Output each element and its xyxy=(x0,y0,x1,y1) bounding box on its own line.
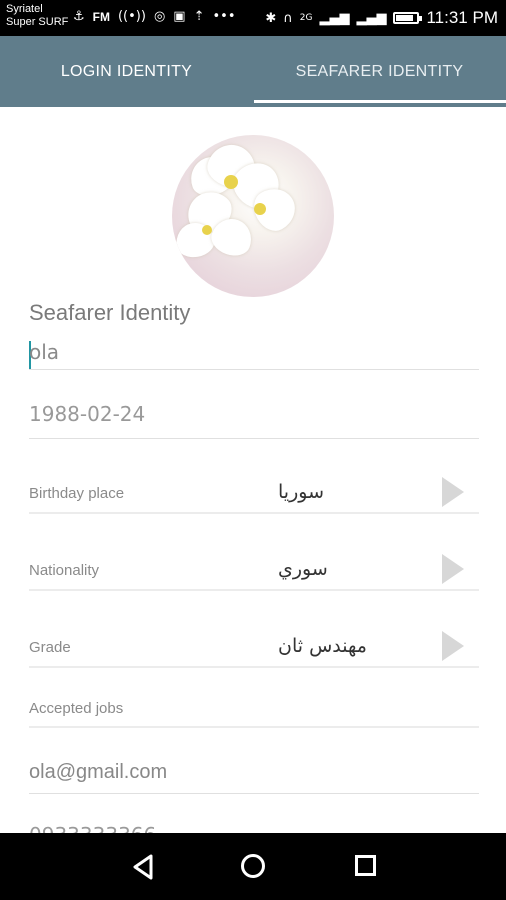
upload-icon: ⇡ xyxy=(193,9,205,24)
nationality-value: سوري xyxy=(278,558,328,580)
email-field[interactable]: ola@gmail.com xyxy=(29,756,479,794)
tab-login-identity[interactable]: LOGIN IDENTITY xyxy=(0,36,253,107)
carrier-line-2: Super SURF xyxy=(6,16,69,28)
name-value: ola xyxy=(29,340,60,364)
eye-icon: ◎ xyxy=(153,9,166,24)
anchor-icon: ⚓ xyxy=(73,9,85,24)
grade-row[interactable]: Grade مهندس ثان xyxy=(29,629,479,668)
grade-label: Grade xyxy=(29,639,71,656)
tab-selected-indicator xyxy=(254,100,506,103)
flower-center xyxy=(254,203,266,215)
birth-date-value: 1988-02-24 xyxy=(29,402,146,426)
clock: 11:31 PM xyxy=(426,8,498,27)
nationality-row[interactable]: Nationality سوري xyxy=(29,552,479,591)
birthday-place-value: سوريا xyxy=(278,481,324,503)
signal-icon: ▂▄▆ xyxy=(319,10,350,26)
more-icon: ••• xyxy=(212,9,236,24)
accepted-jobs-row[interactable]: Accepted jobs xyxy=(29,688,479,728)
form-title: Seafarer Identity xyxy=(29,300,191,325)
headphones-icon: ∩ xyxy=(283,10,293,26)
network-type-label: 2G xyxy=(299,13,313,23)
flower-center xyxy=(224,175,238,189)
birthday-place-row[interactable]: Birthday place سوريا xyxy=(29,475,479,514)
dropdown-arrow-icon[interactable] xyxy=(442,477,464,507)
recent-apps-icon[interactable] xyxy=(355,855,376,876)
signal-2-icon: ▂▄▆ xyxy=(356,10,387,26)
battery-icon xyxy=(393,12,423,24)
grade-value: مهندس ثان xyxy=(278,635,367,657)
birthday-place-label: Birthday place xyxy=(29,485,125,502)
tab-bar: LOGIN IDENTITY SEAFARER IDENTITY xyxy=(0,36,506,107)
accepted-jobs-label: Accepted jobs xyxy=(29,700,124,717)
carrier-line-1: Syriatel xyxy=(6,3,43,15)
navigation-bar xyxy=(0,833,506,900)
image-icon: ▣ xyxy=(173,9,186,24)
dropdown-arrow-icon[interactable] xyxy=(442,631,464,661)
back-icon[interactable] xyxy=(132,854,154,880)
system-status: ✱ ∩ 2G ▂▄▆ ▂▄▆ 11:31 PM xyxy=(265,8,498,28)
nationality-label: Nationality xyxy=(29,562,100,579)
status-bar: Syriatel Super SURF ⚓ FM ((•)) ◎ ▣ ⇡ •••… xyxy=(0,0,506,36)
broadcast-icon: ((•)) xyxy=(117,9,146,24)
birth-date-field[interactable]: 1988-02-24 xyxy=(29,402,479,439)
fm-radio-label: FM xyxy=(92,9,110,24)
carrier-name: Syriatel Super SURF xyxy=(6,3,68,29)
bluetooth-icon: ✱ xyxy=(265,10,277,26)
name-input[interactable]: ola xyxy=(29,338,479,370)
battery-fill xyxy=(396,15,414,21)
email-value: ola@gmail.com xyxy=(29,761,168,783)
dropdown-arrow-icon[interactable] xyxy=(442,554,464,584)
profile-avatar[interactable] xyxy=(172,135,334,297)
home-icon[interactable] xyxy=(241,854,265,878)
notification-icons: ⚓ FM ((•)) ◎ ▣ ⇡ ••• xyxy=(73,9,236,24)
tab-seafarer-identity[interactable]: SEAFARER IDENTITY xyxy=(253,36,506,107)
flower-center xyxy=(202,225,212,235)
